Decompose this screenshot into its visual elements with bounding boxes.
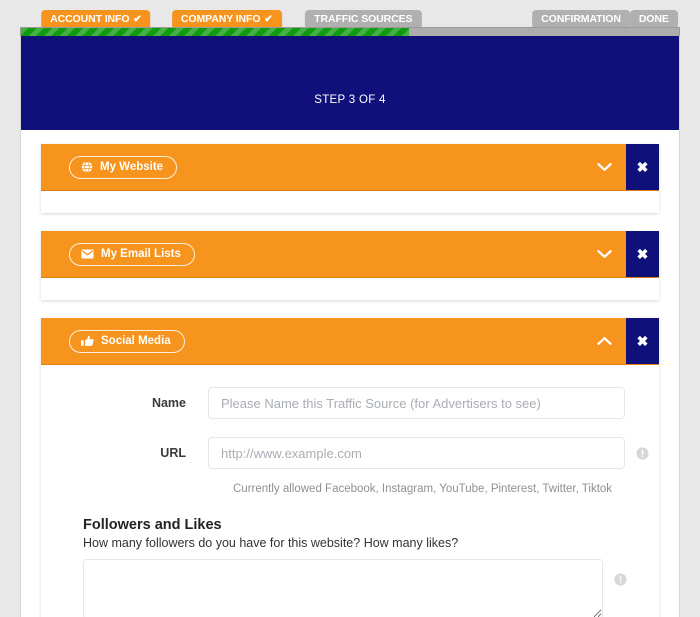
- card-header-actions: ✖: [582, 231, 659, 277]
- globe-icon: [81, 160, 93, 173]
- card-header-actions: ✖: [582, 144, 659, 190]
- url-allowed-platforms-hint: Currently allowed Facebook, Instagram, Y…: [233, 483, 613, 495]
- card-title-badge: Social Media: [69, 329, 185, 353]
- url-field-row: URL: [41, 437, 659, 469]
- card-header[interactable]: My Email Lists ✖: [41, 231, 659, 278]
- url-field-label: URL: [160, 446, 186, 460]
- thumbs-up-icon: [81, 335, 94, 347]
- url-input[interactable]: [208, 437, 625, 469]
- card-title-label: Social Media: [101, 334, 171, 347]
- card-body-collapsed: [41, 278, 659, 300]
- check-icon: ✔: [133, 14, 142, 25]
- name-field-row: Name: [41, 387, 659, 419]
- card-body-expanded: Name URL Currently allowed Facebook, Ins…: [41, 365, 659, 617]
- card-header[interactable]: My Website ✖: [41, 144, 659, 191]
- progress-fill: [21, 28, 410, 36]
- followers-section-question: How many followers do you have for this …: [83, 536, 459, 550]
- card-header-actions: ✖: [582, 318, 659, 364]
- wizard-step-label: CONFIRMATION: [541, 13, 621, 25]
- progress-track: [20, 27, 680, 36]
- envelope-icon: [81, 249, 94, 259]
- traffic-sources-list: My Website ✖ My Email Lists ✖ Social Med…: [21, 130, 679, 617]
- chevron-up-icon[interactable]: [582, 318, 626, 364]
- followers-textarea[interactable]: [83, 559, 603, 617]
- card-title-badge: My Email Lists: [69, 242, 195, 266]
- card-header[interactable]: Social Media ✖: [41, 318, 659, 365]
- chevron-down-icon[interactable]: [582, 231, 626, 277]
- remove-traffic-source-button[interactable]: ✖: [626, 144, 659, 190]
- info-icon[interactable]: [609, 573, 631, 586]
- traffic-source-card-my-email-lists: My Email Lists ✖: [41, 231, 659, 300]
- step-hero-banner: STEP 3 OF 4: [21, 36, 679, 130]
- info-icon[interactable]: [631, 446, 653, 460]
- card-title-label: My Email Lists: [101, 247, 181, 260]
- followers-section-heading: Followers and Likes: [83, 517, 222, 533]
- name-field-label: Name: [151, 396, 186, 410]
- traffic-source-card-social-media: Social Media ✖ Name URL: [41, 318, 659, 617]
- name-input[interactable]: [208, 387, 625, 419]
- wizard-step-label: COMPANY INFO: [180, 13, 261, 25]
- wizard-step-label: DONE: [638, 13, 669, 25]
- step-indicator-text: STEP 3 OF 4: [314, 94, 386, 106]
- check-icon: ✔: [264, 14, 273, 25]
- remove-traffic-source-button[interactable]: ✖: [626, 318, 659, 364]
- card-body-collapsed: [41, 191, 659, 213]
- followers-and-likes-section: Followers and Likes How many followers d…: [41, 511, 659, 617]
- wizard-page-container: STEP 3 OF 4 My Website ✖ My Email Lists …: [20, 36, 680, 617]
- wizard-progress-bar: ACCOUNT INFO ✔ COMPANY INFO ✔ TRAFFIC SOUR…: [0, 0, 700, 36]
- card-title-label: My Website: [100, 160, 164, 173]
- remove-traffic-source-button[interactable]: ✖: [626, 231, 659, 277]
- wizard-step-label: TRAFFIC SOURCES: [314, 13, 413, 25]
- traffic-source-card-my-website: My Website ✖: [41, 144, 659, 213]
- followers-textarea-row: [83, 559, 631, 617]
- chevron-down-icon[interactable]: [582, 144, 626, 190]
- wizard-step-label: ACCOUNT INFO: [50, 13, 130, 25]
- card-title-badge: My Website: [69, 155, 178, 179]
